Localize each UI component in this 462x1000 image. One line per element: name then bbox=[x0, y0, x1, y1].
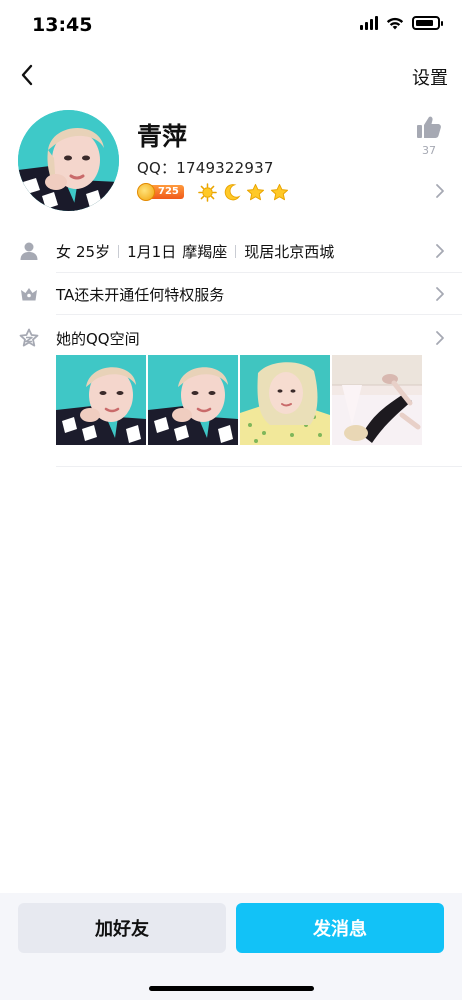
vip-level-badge: 725 bbox=[137, 183, 184, 201]
like-button[interactable]: 37 bbox=[414, 115, 444, 157]
moon-icon bbox=[222, 182, 242, 202]
basic-info-text: 女 25岁 1月1日 摩羯座 现居北京西城 bbox=[56, 241, 334, 262]
status-icons bbox=[360, 16, 443, 30]
star-icon bbox=[270, 182, 290, 202]
age: 25岁 bbox=[76, 243, 111, 261]
back-arrow-icon bbox=[21, 64, 33, 86]
avatar[interactable] bbox=[18, 110, 119, 211]
star-icon bbox=[246, 182, 266, 202]
chevron-right-icon bbox=[436, 331, 444, 345]
crown-icon bbox=[21, 288, 37, 301]
birthday: 1月1日 bbox=[127, 243, 177, 261]
qzone-row[interactable]: 她的QQ空间 bbox=[0, 317, 462, 359]
battery-icon bbox=[412, 16, 443, 30]
privilege-text: TA还未开通任何特权服务 bbox=[56, 286, 225, 304]
send-message-button[interactable]: 发消息 bbox=[236, 903, 444, 953]
qzone-photo-4[interactable] bbox=[332, 355, 422, 445]
like-count: 37 bbox=[422, 144, 436, 157]
qzone-title: 她的QQ空间 bbox=[56, 330, 140, 348]
zodiac: 摩羯座 bbox=[182, 243, 228, 261]
thumbs-up-icon bbox=[417, 116, 441, 138]
wifi-icon bbox=[386, 17, 404, 30]
divider bbox=[56, 466, 462, 467]
qzone-star-icon bbox=[19, 328, 39, 347]
qzone-photo-3[interactable] bbox=[240, 355, 330, 445]
location: 现居北京西城 bbox=[244, 243, 335, 261]
level-badges[interactable]: 725 bbox=[137, 182, 290, 202]
qzone-photo-2[interactable] bbox=[148, 355, 238, 445]
separator bbox=[235, 245, 237, 258]
status-bar: 13:45 bbox=[0, 0, 462, 56]
qzone-photo-1[interactable] bbox=[56, 355, 146, 445]
coin-icon bbox=[137, 183, 155, 201]
chevron-right-icon bbox=[436, 244, 444, 258]
bottom-action-bar: 加好友 发消息 bbox=[0, 893, 462, 1000]
sun-icon bbox=[198, 182, 218, 202]
qzone-photos bbox=[56, 355, 422, 445]
qq-number: QQ：1749322937 bbox=[137, 159, 274, 177]
chevron-right-icon[interactable] bbox=[435, 183, 445, 199]
divider bbox=[56, 314, 462, 315]
status-time: 13:45 bbox=[32, 14, 93, 36]
back-button[interactable] bbox=[12, 60, 42, 90]
add-friend-button[interactable]: 加好友 bbox=[18, 903, 226, 953]
separator bbox=[118, 245, 120, 258]
basic-info-row[interactable]: 女 25岁 1月1日 摩羯座 现居北京西城 bbox=[0, 230, 462, 272]
settings-button[interactable]: 设置 bbox=[412, 64, 448, 90]
person-icon bbox=[20, 242, 38, 260]
signal-icon bbox=[360, 16, 378, 30]
gender: 女 bbox=[56, 243, 72, 261]
chevron-right-icon bbox=[436, 287, 444, 301]
home-indicator[interactable] bbox=[149, 986, 314, 991]
nickname: 青萍 bbox=[137, 122, 188, 151]
privilege-row[interactable]: TA还未开通任何特权服务 bbox=[0, 273, 462, 315]
